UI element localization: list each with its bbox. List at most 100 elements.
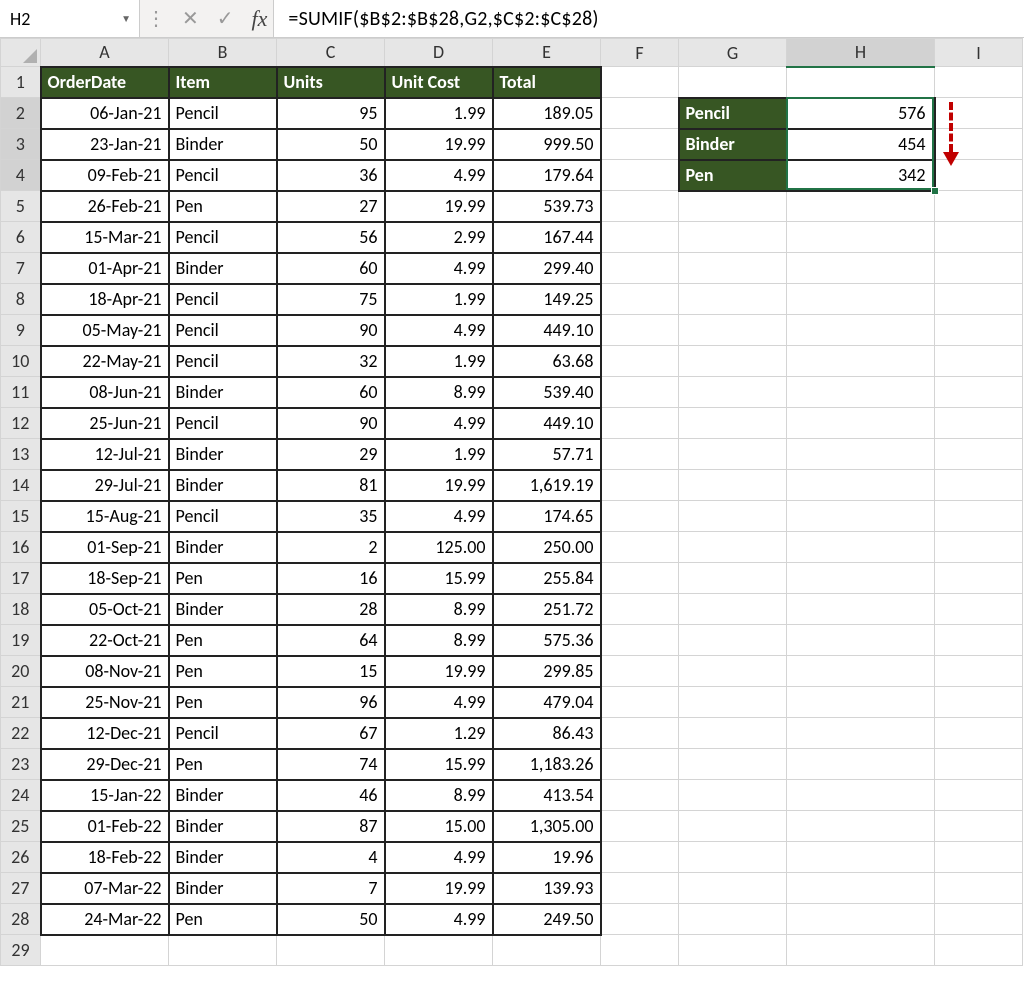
cell-E21[interactable]: 479.04: [493, 687, 601, 718]
cell-F19[interactable]: [601, 625, 679, 656]
cell-D19[interactable]: 8.99: [385, 625, 493, 656]
cell-I9[interactable]: [935, 315, 1023, 346]
cell-C29[interactable]: [277, 935, 385, 966]
cell-G16[interactable]: [679, 532, 787, 563]
cell-A27[interactable]: 07-Mar-22: [41, 873, 169, 904]
cell-B22[interactable]: Pencil: [169, 718, 277, 749]
cell-E3[interactable]: 999.50: [493, 129, 601, 160]
cell-F8[interactable]: [601, 284, 679, 315]
cell-D10[interactable]: 1.99: [385, 346, 493, 377]
cell-F7[interactable]: [601, 253, 679, 284]
cell-H2[interactable]: 576: [787, 98, 935, 129]
row-header[interactable]: 17: [1, 563, 41, 594]
cell-F9[interactable]: [601, 315, 679, 346]
cell-I17[interactable]: [935, 563, 1023, 594]
cell-E17[interactable]: 255.84: [493, 563, 601, 594]
cell-I26[interactable]: [935, 842, 1023, 873]
cell-D1[interactable]: Unit Cost: [385, 67, 493, 98]
cell-F18[interactable]: [601, 594, 679, 625]
cell-D4[interactable]: 4.99: [385, 160, 493, 191]
cell-A8[interactable]: 18-Apr-21: [41, 284, 169, 315]
cell-B1[interactable]: Item: [169, 67, 277, 98]
cell-B15[interactable]: Pencil: [169, 501, 277, 532]
cell-C20[interactable]: 15: [277, 656, 385, 687]
row-header[interactable]: 8: [1, 284, 41, 315]
cell-D28[interactable]: 4.99: [385, 904, 493, 935]
cell-A25[interactable]: 01-Feb-22: [41, 811, 169, 842]
cell-G29[interactable]: [679, 935, 787, 966]
cell-F2[interactable]: [601, 98, 679, 129]
cell-C5[interactable]: 27: [277, 191, 385, 222]
cell-H25[interactable]: [787, 811, 935, 842]
cell-D18[interactable]: 8.99: [385, 594, 493, 625]
cell-B3[interactable]: Binder: [169, 129, 277, 160]
select-all-corner[interactable]: [1, 39, 41, 67]
cell-D9[interactable]: 4.99: [385, 315, 493, 346]
row-header[interactable]: 28: [1, 904, 41, 935]
formula-input[interactable]: =SUMIF($B$2:$B$28,G2,$C$2:$C$28): [273, 0, 1024, 37]
col-header-A[interactable]: A: [41, 39, 169, 67]
cell-B4[interactable]: Pencil: [169, 160, 277, 191]
cell-H5[interactable]: [787, 191, 935, 222]
cell-I19[interactable]: [935, 625, 1023, 656]
row-header[interactable]: 14: [1, 470, 41, 501]
cell-A18[interactable]: 05-Oct-21: [41, 594, 169, 625]
row-header[interactable]: 24: [1, 780, 41, 811]
cell-E14[interactable]: 1,619.19: [493, 470, 601, 501]
cell-A13[interactable]: 12-Jul-21: [41, 439, 169, 470]
cell-F24[interactable]: [601, 780, 679, 811]
cell-G1[interactable]: [679, 67, 787, 98]
row-header[interactable]: 18: [1, 594, 41, 625]
cell-E10[interactable]: 63.68: [493, 346, 601, 377]
cell-A14[interactable]: 29-Jul-21: [41, 470, 169, 501]
col-header-G[interactable]: G: [679, 39, 787, 67]
row-header[interactable]: 5: [1, 191, 41, 222]
cell-F27[interactable]: [601, 873, 679, 904]
cell-G21[interactable]: [679, 687, 787, 718]
cell-H3[interactable]: 454: [787, 129, 935, 160]
cell-B18[interactable]: Binder: [169, 594, 277, 625]
cell-D5[interactable]: 19.99: [385, 191, 493, 222]
row-header[interactable]: 22: [1, 718, 41, 749]
row-header[interactable]: 9: [1, 315, 41, 346]
col-header-D[interactable]: D: [385, 39, 493, 67]
cell-F26[interactable]: [601, 842, 679, 873]
cell-H11[interactable]: [787, 377, 935, 408]
cell-E2[interactable]: 189.05: [493, 98, 601, 129]
cell-F16[interactable]: [601, 532, 679, 563]
cell-G26[interactable]: [679, 842, 787, 873]
cell-C6[interactable]: 56: [277, 222, 385, 253]
cell-H6[interactable]: [787, 222, 935, 253]
cell-D29[interactable]: [385, 935, 493, 966]
row-header[interactable]: 12: [1, 408, 41, 439]
cell-D2[interactable]: 1.99: [385, 98, 493, 129]
cell-D27[interactable]: 19.99: [385, 873, 493, 904]
cell-E18[interactable]: 251.72: [493, 594, 601, 625]
col-header-E[interactable]: E: [493, 39, 601, 67]
enter-icon[interactable]: ✓: [217, 6, 234, 31]
cell-I18[interactable]: [935, 594, 1023, 625]
row-header[interactable]: 1: [1, 67, 41, 98]
cell-F5[interactable]: [601, 191, 679, 222]
cell-B7[interactable]: Binder: [169, 253, 277, 284]
col-header-H[interactable]: H: [787, 39, 935, 67]
cell-B12[interactable]: Pencil: [169, 408, 277, 439]
cell-D24[interactable]: 8.99: [385, 780, 493, 811]
cell-H14[interactable]: [787, 470, 935, 501]
cell-C19[interactable]: 64: [277, 625, 385, 656]
row-header[interactable]: 21: [1, 687, 41, 718]
cell-C23[interactable]: 74: [277, 749, 385, 780]
cell-E9[interactable]: 449.10: [493, 315, 601, 346]
cell-G25[interactable]: [679, 811, 787, 842]
cell-I11[interactable]: [935, 377, 1023, 408]
cell-G11[interactable]: [679, 377, 787, 408]
fx-icon[interactable]: fx: [252, 6, 268, 32]
cell-I20[interactable]: [935, 656, 1023, 687]
cell-H26[interactable]: [787, 842, 935, 873]
cell-A5[interactable]: 26-Feb-21: [41, 191, 169, 222]
cell-D14[interactable]: 19.99: [385, 470, 493, 501]
cell-G10[interactable]: [679, 346, 787, 377]
cell-C26[interactable]: 4: [277, 842, 385, 873]
row-header[interactable]: 6: [1, 222, 41, 253]
cell-G9[interactable]: [679, 315, 787, 346]
